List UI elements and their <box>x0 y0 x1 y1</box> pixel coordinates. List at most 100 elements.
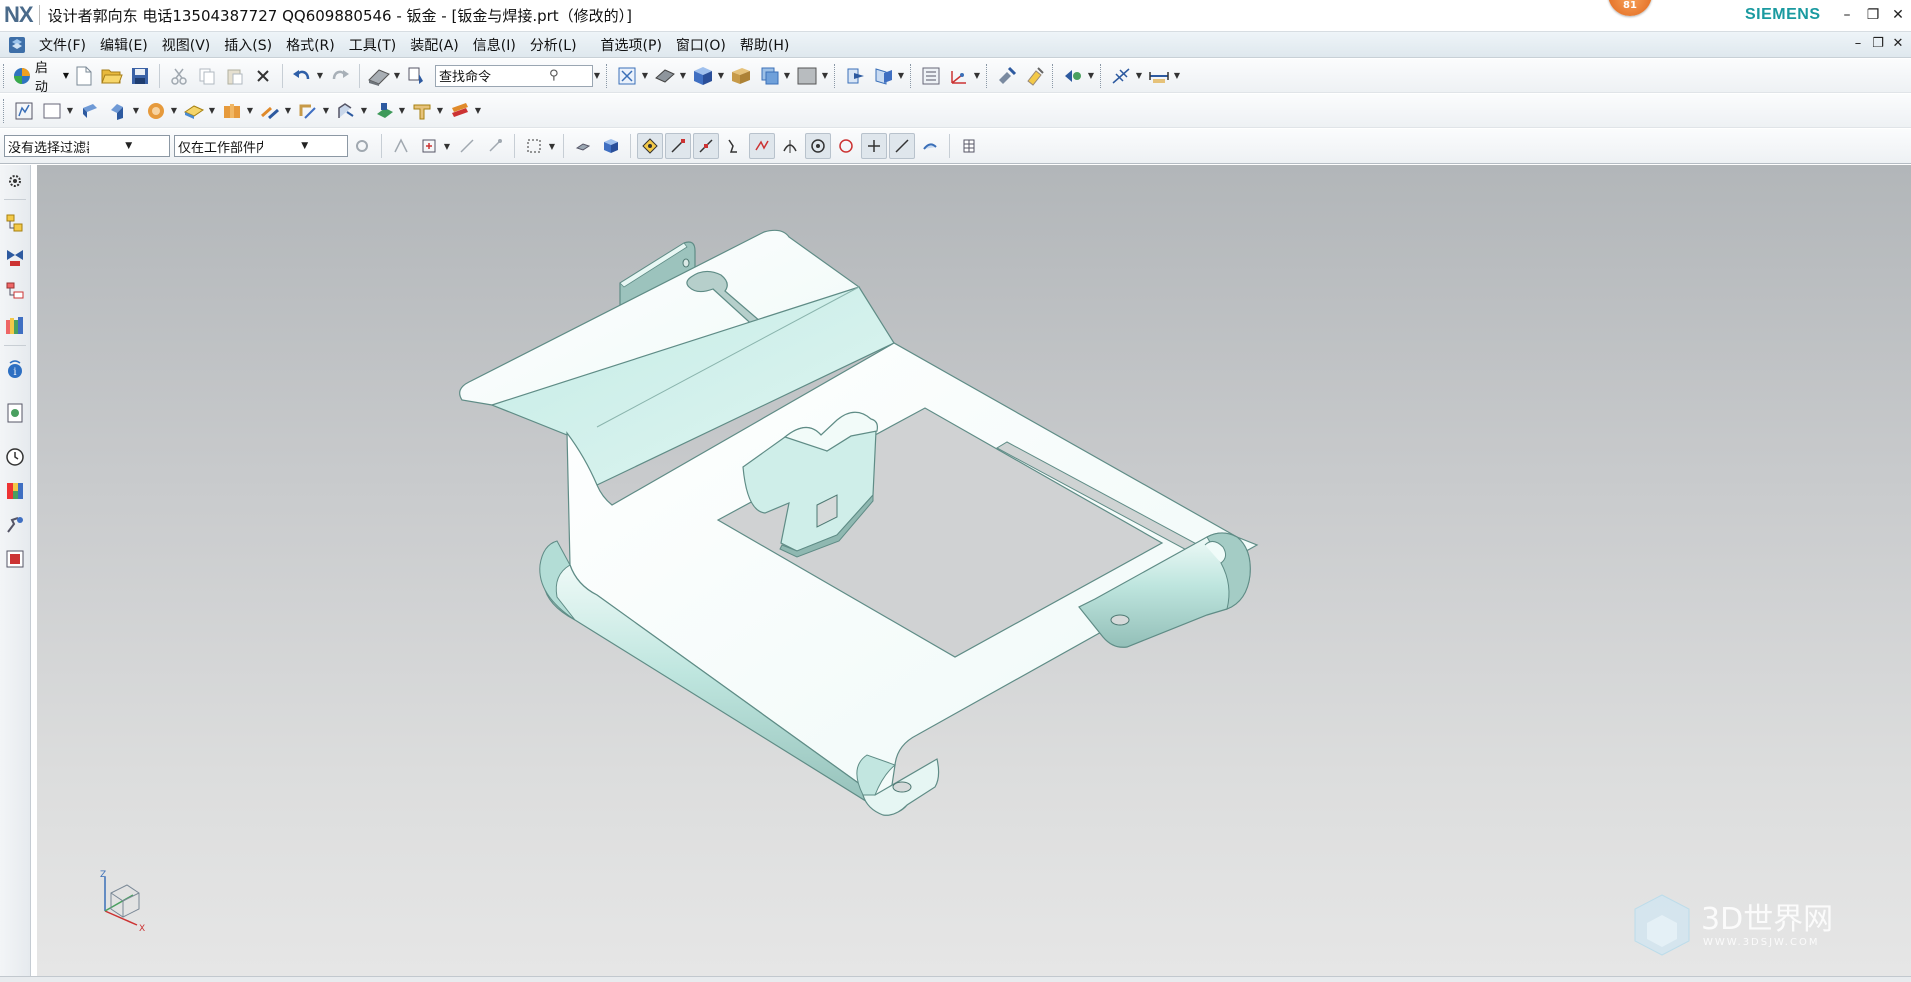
doc-close-icon[interactable]: ✕ <box>1888 33 1908 55</box>
start-button[interactable]: 启动 ▼ <box>11 61 69 95</box>
delete-button[interactable] <box>250 63 276 89</box>
snap-on-curve-button[interactable] <box>889 133 915 159</box>
settings-gear-button[interactable] <box>3 169 27 193</box>
snap-tangent-button[interactable] <box>777 133 803 159</box>
render-style-button[interactable] <box>652 63 678 89</box>
nx-document-icon[interactable] <box>6 34 28 56</box>
wcs-button[interactable] <box>946 63 972 89</box>
jog-dropdown[interactable]: ▼ <box>208 98 216 124</box>
edit-object-button[interactable] <box>1022 63 1048 89</box>
graphics-window[interactable]: Z X 3D世界网 WWW.3DSJW.COM <box>37 165 1911 976</box>
snap-quadrant-button[interactable] <box>833 133 859 159</box>
show-hide-button[interactable] <box>1060 63 1086 89</box>
cutout-dropdown[interactable]: ▼ <box>436 98 444 124</box>
web-browser-button[interactable] <box>3 401 27 425</box>
menu-tools[interactable]: 工具(T) <box>342 35 403 55</box>
redo-button[interactable] <box>327 63 353 89</box>
select-feature-button[interactable] <box>388 133 414 159</box>
cut-button[interactable] <box>166 63 192 89</box>
assembly-navigator-button[interactable] <box>3 211 27 235</box>
snap-intersection-button[interactable] <box>749 133 775 159</box>
toolbar-grip[interactable] <box>3 98 6 123</box>
sheet-metal-model[interactable] <box>37 165 1911 976</box>
orient-view-button[interactable] <box>728 63 754 89</box>
object-display-button[interactable] <box>994 63 1020 89</box>
sheet-metal-dropdown[interactable]: ▼ <box>393 63 401 89</box>
layer-button[interactable] <box>756 63 782 89</box>
snap-midpoint-button[interactable] <box>693 133 719 159</box>
tab-button[interactable] <box>77 98 103 124</box>
wcs-dropdown[interactable]: ▼ <box>973 63 981 89</box>
background-dropdown[interactable]: ▼ <box>821 63 829 89</box>
snap-point-button[interactable] <box>637 133 663 159</box>
search-dropdown[interactable]: ▼ <box>593 63 601 89</box>
new-file-button[interactable] <box>71 63 97 89</box>
snap-settings-button[interactable] <box>956 133 982 159</box>
constraint-navigator-button[interactable] <box>3 245 27 269</box>
snap-control-button[interactable] <box>721 133 747 159</box>
bend-dropdown[interactable]: ▼ <box>246 98 254 124</box>
toolbar-grip[interactable] <box>606 63 609 88</box>
sheet-metal-button[interactable] <box>366 63 392 89</box>
corner-dropdown[interactable]: ▼ <box>360 98 368 124</box>
menu-insert[interactable]: 插入(S) <box>217 35 279 55</box>
analysis-dropdown[interactable]: ▼ <box>1135 63 1143 89</box>
doc-restore-icon[interactable]: ❐ <box>1868 33 1888 55</box>
reuse-library-button[interactable] <box>3 313 27 337</box>
toolbar-grip[interactable] <box>986 63 989 88</box>
corner-button[interactable] <box>333 98 359 124</box>
menu-preferences[interactable]: 首选项(P) <box>594 35 669 55</box>
select-face-button[interactable] <box>416 133 442 159</box>
copy-button[interactable] <box>194 63 220 89</box>
menu-format[interactable]: 格式(R) <box>279 35 342 55</box>
toolbar-grip[interactable] <box>3 63 6 88</box>
open-file-button[interactable] <box>99 63 125 89</box>
rectangle-select-dropdown[interactable]: ▼ <box>548 133 556 159</box>
toolbar-grip[interactable] <box>1100 63 1103 88</box>
undo-button[interactable] <box>289 63 315 89</box>
menu-edit[interactable]: 编辑(E) <box>93 35 155 55</box>
menu-view[interactable]: 视图(V) <box>155 35 218 55</box>
shaded-cube-button[interactable] <box>690 63 716 89</box>
save-button[interactable] <box>127 63 153 89</box>
background-button[interactable] <box>794 63 820 89</box>
analysis-button[interactable] <box>1108 63 1134 89</box>
toolbar-grip[interactable] <box>834 63 837 88</box>
select-face-dropdown[interactable]: ▼ <box>443 133 451 159</box>
toolbar-grip[interactable] <box>1052 63 1055 88</box>
measure-dropdown[interactable]: ▼ <box>1173 63 1181 89</box>
punch-button[interactable] <box>371 98 397 124</box>
select-hidden-button[interactable] <box>570 133 596 159</box>
datum-plane-button[interactable] <box>39 98 65 124</box>
selection-scope-select[interactable]: 仅在工作部件内 ▼ <box>174 135 348 157</box>
view-triad[interactable]: Z X <box>91 865 151 935</box>
punch-dropdown[interactable]: ▼ <box>398 98 406 124</box>
roles-button[interactable] <box>3 547 27 571</box>
fit-view-button[interactable] <box>614 63 640 89</box>
toolbar-grip[interactable] <box>910 63 913 88</box>
fit-dropdown[interactable]: ▼ <box>641 63 649 89</box>
system-materials-button[interactable] <box>3 479 27 503</box>
rectangle-select-button[interactable] <box>521 133 547 159</box>
layer-dropdown[interactable]: ▼ <box>783 63 791 89</box>
unbend-button[interactable] <box>257 98 283 124</box>
part-navigator-side-button[interactable] <box>3 279 27 303</box>
flat-pattern-button[interactable] <box>295 98 321 124</box>
select-solid-button[interactable] <box>598 133 624 159</box>
undo-dropdown[interactable]: ▼ <box>316 63 324 89</box>
measure-distance-button[interactable] <box>1146 63 1172 89</box>
command-search-input[interactable]: 查找命令 ⚲ <box>435 64 593 87</box>
part-navigator-button[interactable] <box>918 63 944 89</box>
render-dropdown[interactable]: ▼ <box>679 63 687 89</box>
select-body-button[interactable] <box>482 133 508 159</box>
datum-dropdown[interactable]: ▼ <box>66 98 74 124</box>
history-button[interactable] <box>3 445 27 469</box>
menu-assembly[interactable]: 装配(A) <box>403 35 466 55</box>
touch-mode-button[interactable] <box>404 63 430 89</box>
restore-icon[interactable]: ❐ <box>1862 4 1884 26</box>
menu-help[interactable]: 帮助(H) <box>733 35 796 55</box>
menu-file[interactable]: 文件(F) <box>32 35 93 55</box>
cube-dropdown[interactable]: ▼ <box>717 63 725 89</box>
contour-dropdown[interactable]: ▼ <box>170 98 178 124</box>
search-icon[interactable]: ⚲ <box>516 68 593 83</box>
